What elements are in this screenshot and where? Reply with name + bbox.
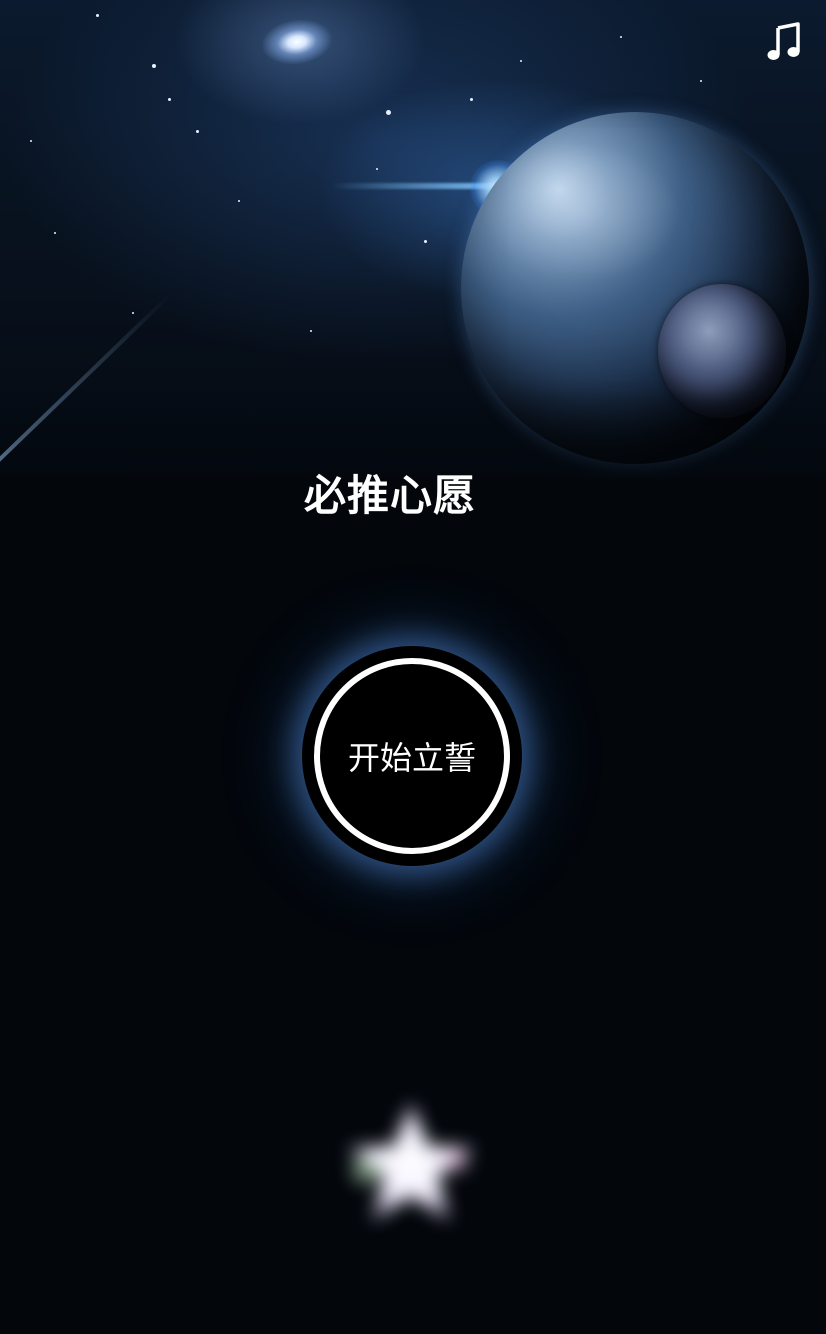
music-note-icon (767, 22, 800, 60)
page-title: 必推心愿 (303, 471, 476, 520)
start-button-label: 开始立誓 (347, 739, 476, 777)
planet-image (461, 112, 809, 464)
star (168, 98, 171, 101)
glowing-star-icon (348, 1102, 474, 1222)
start-button-ring: 开始立誓 (314, 658, 510, 854)
star (376, 168, 378, 170)
star (238, 200, 240, 202)
galaxy-glow (259, 15, 335, 69)
star (620, 36, 622, 38)
star (96, 14, 99, 17)
music-toggle-button[interactable] (762, 20, 806, 64)
star (152, 64, 156, 68)
star (54, 232, 56, 234)
star (310, 330, 312, 332)
space-background (0, 0, 826, 478)
moon-image (658, 284, 786, 418)
star (30, 140, 32, 142)
star (424, 240, 427, 243)
star (700, 80, 702, 82)
star (132, 312, 134, 314)
star (196, 130, 199, 133)
star (386, 110, 391, 115)
screen: 必推心愿 开始立誓 (0, 0, 826, 1334)
star (470, 98, 473, 101)
start-vow-button[interactable]: 开始立誓 (302, 646, 522, 866)
star (520, 60, 522, 62)
